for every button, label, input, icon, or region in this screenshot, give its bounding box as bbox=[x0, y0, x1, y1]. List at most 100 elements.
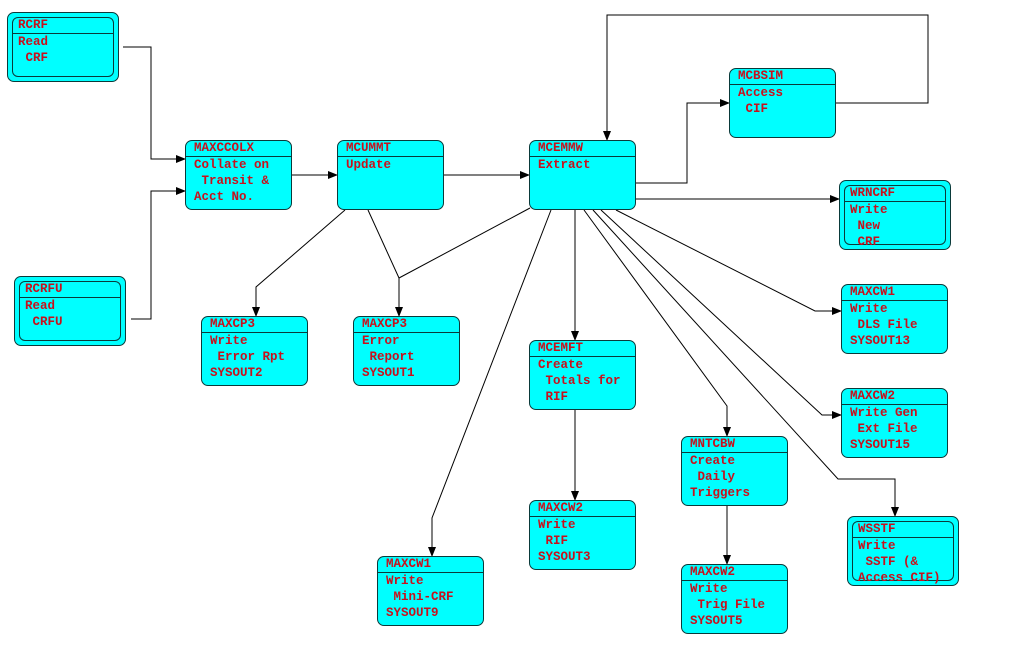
node-description: Read CRFU bbox=[20, 298, 120, 330]
node-description: Collate on Transit & Acct No. bbox=[186, 157, 291, 205]
node-description: Extract bbox=[530, 157, 635, 173]
node-description: Write Gen Ext File SYSOUT15 bbox=[842, 405, 947, 453]
node-description-line: CIF bbox=[738, 102, 769, 116]
node-description-line: Mini-CRF bbox=[386, 590, 454, 604]
node-description-line: SYSOUT15 bbox=[850, 438, 911, 452]
node-title: RCRF bbox=[13, 18, 113, 34]
node-description-line: RIF bbox=[538, 534, 569, 548]
node-title: MCBSIM bbox=[730, 69, 835, 85]
edge-rcrfu-maxccolx bbox=[131, 187, 186, 320]
node-description-line: Write bbox=[850, 302, 888, 316]
node-description: Create Totals for RIF bbox=[530, 357, 635, 405]
node-maxcw2gen[interactable]: MAXCW2 Write Gen Ext File SYSOUT15 bbox=[841, 388, 948, 458]
node-maxcp3b[interactable]: MAXCP3 Error Report SYSOUT1 bbox=[353, 316, 460, 386]
node-description-line: Collate on bbox=[194, 158, 270, 172]
node-description-line: SYSOUT9 bbox=[386, 606, 439, 620]
node-description: Write RIF SYSOUT3 bbox=[530, 517, 635, 565]
node-description-line: Write bbox=[850, 203, 888, 217]
node-maxcw1mini[interactable]: MAXCW1 Write Mini-CRF SYSOUT9 bbox=[377, 556, 484, 626]
node-description-line: Read bbox=[25, 299, 56, 313]
node-title: RCRFU bbox=[20, 282, 120, 298]
node-mcummt[interactable]: MCUMMT Update bbox=[337, 140, 444, 210]
node-mcemft[interactable]: MCEMFT Create Totals for RIF bbox=[529, 340, 636, 410]
node-description: Write SSTF (& Access CIF) bbox=[853, 538, 953, 586]
node-description-line: Extract bbox=[538, 158, 591, 172]
node-description-line: CRF bbox=[850, 235, 881, 249]
node-title: MAXCW2 bbox=[530, 501, 635, 517]
node-description: Write Trig File SYSOUT5 bbox=[682, 581, 787, 629]
edge-mcemmw-mcbsim bbox=[636, 99, 730, 184]
node-maxccolx[interactable]: MAXCCOLX Collate on Transit & Acct No. bbox=[185, 140, 292, 210]
node-description-line: CRFU bbox=[25, 315, 63, 329]
node-title: WRNCRF bbox=[845, 186, 945, 202]
node-description-line: Totals for bbox=[538, 374, 621, 388]
node-description: Read CRF bbox=[13, 34, 113, 66]
node-title: WSSTF bbox=[853, 522, 953, 538]
node-description-line: Access CIF) bbox=[858, 571, 941, 585]
node-title: MNTCBW bbox=[682, 437, 787, 453]
node-title: MCEMFT bbox=[530, 341, 635, 357]
node-wrncrf[interactable]: WRNCRF Write New CRF bbox=[839, 180, 951, 250]
edge-mcemmw-maxcp3b bbox=[398, 207, 531, 279]
node-description-line: SYSOUT2 bbox=[210, 366, 263, 380]
node-title: MCEMMW bbox=[530, 141, 635, 157]
node-description-line: DLS File bbox=[850, 318, 918, 332]
node-description-line: SYSOUT5 bbox=[690, 614, 743, 628]
node-description-line: SYSOUT13 bbox=[850, 334, 911, 348]
node-title: MCUMMT bbox=[338, 141, 443, 157]
node-description-line: Daily bbox=[690, 470, 736, 484]
node-title: MAXCW2 bbox=[842, 389, 947, 405]
node-maxcw2rif[interactable]: MAXCW2 Write RIF SYSOUT3 bbox=[529, 500, 636, 570]
file-inner-border: WSSTF Write SSTF (& Access CIF) bbox=[852, 521, 954, 585]
node-description-line: Error bbox=[362, 334, 400, 348]
file-inner-border: RCRF Read CRF bbox=[12, 17, 114, 77]
node-mcemmw[interactable]: MCEMMW Extract bbox=[529, 140, 636, 210]
node-description-line: New bbox=[850, 219, 881, 233]
node-description: Write New CRF bbox=[845, 202, 945, 250]
node-description-line: Create bbox=[538, 358, 584, 372]
node-description-line: Create bbox=[690, 454, 736, 468]
node-title: MAXCW1 bbox=[378, 557, 483, 573]
node-description-line: Write bbox=[210, 334, 248, 348]
node-description-line: CRF bbox=[18, 51, 49, 65]
node-rcrf[interactable]: RCRF Read CRF bbox=[7, 12, 119, 82]
node-maxcw2trig[interactable]: MAXCW2 Write Trig File SYSOUT5 bbox=[681, 564, 788, 634]
node-description-line: Access bbox=[738, 86, 784, 100]
node-wsstf[interactable]: WSSTF Write SSTF (& Access CIF) bbox=[847, 516, 959, 586]
file-inner-border: WRNCRF Write New CRF bbox=[844, 185, 946, 249]
node-rcrfu[interactable]: RCRFU Read CRFU bbox=[14, 276, 126, 346]
node-description: Write Mini-CRF SYSOUT9 bbox=[378, 573, 483, 621]
node-description-line: Write bbox=[538, 518, 576, 532]
edge-mcummt-maxcp3b bbox=[367, 209, 403, 317]
node-description-line: Ext File bbox=[850, 422, 918, 436]
edge-mcemmw-maxcw2gen bbox=[600, 209, 842, 419]
node-title: MAXCW2 bbox=[682, 565, 787, 581]
node-description-line: RIF bbox=[538, 390, 569, 404]
node-description: Write DLS File SYSOUT13 bbox=[842, 301, 947, 349]
node-description-line: Write bbox=[858, 539, 896, 553]
edge-rcrf-maxccolx bbox=[123, 46, 186, 163]
node-mntcbw[interactable]: MNTCBW Create Daily Triggers bbox=[681, 436, 788, 506]
node-maxcp3a[interactable]: MAXCP3 Write Error Rpt SYSOUT2 bbox=[201, 316, 308, 386]
node-description-line: SYSOUT3 bbox=[538, 550, 591, 564]
node-description-line: Write bbox=[690, 582, 728, 596]
node-maxcw1dls[interactable]: MAXCW1 Write DLS File SYSOUT13 bbox=[841, 284, 948, 354]
node-description-line: Acct No. bbox=[194, 190, 255, 204]
node-description-line: Error Rpt bbox=[210, 350, 286, 364]
node-description-line: SYSOUT1 bbox=[362, 366, 415, 380]
node-description-line: Write Gen bbox=[850, 406, 918, 420]
edge-mcemmw-maxcw1dls bbox=[615, 209, 842, 315]
node-mcbsim[interactable]: MCBSIM Access CIF bbox=[729, 68, 836, 138]
node-title: MAXCP3 bbox=[202, 317, 307, 333]
edge-mcummt-maxcp3a bbox=[252, 209, 346, 317]
node-title: MAXCW1 bbox=[842, 285, 947, 301]
node-description: Update bbox=[338, 157, 443, 173]
node-description: Error Report SYSOUT1 bbox=[354, 333, 459, 381]
file-inner-border: RCRFU Read CRFU bbox=[19, 281, 121, 341]
node-description-line: Read bbox=[18, 35, 49, 49]
node-description-line: Update bbox=[346, 158, 392, 172]
node-description-line: Trig File bbox=[690, 598, 766, 612]
node-description: Write Error Rpt SYSOUT2 bbox=[202, 333, 307, 381]
node-description-line: SSTF (& bbox=[858, 555, 919, 569]
node-description: Access CIF bbox=[730, 85, 835, 117]
